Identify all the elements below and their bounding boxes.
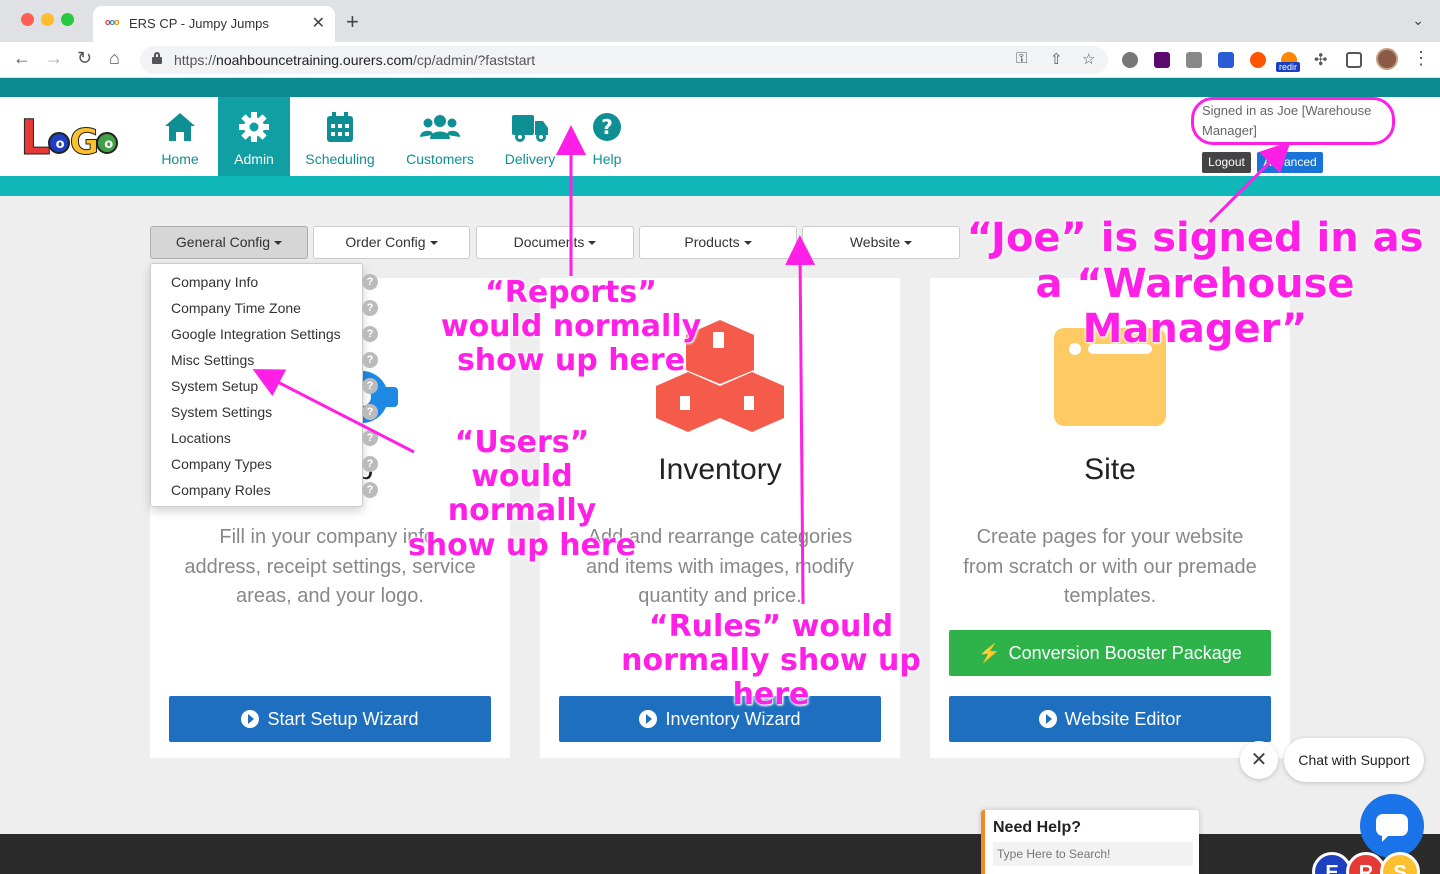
annotation-reports: “Reports” would normally show up here bbox=[440, 275, 702, 379]
annotation-rules: “Rules” would normally show up here bbox=[621, 609, 921, 713]
annotation-users: “Users” would normally show up here bbox=[407, 425, 637, 563]
annotation-joe: “Joe” is signed in as a “Warehouse Manag… bbox=[966, 215, 1424, 353]
annotation-arrows bbox=[252, 125, 1291, 605]
